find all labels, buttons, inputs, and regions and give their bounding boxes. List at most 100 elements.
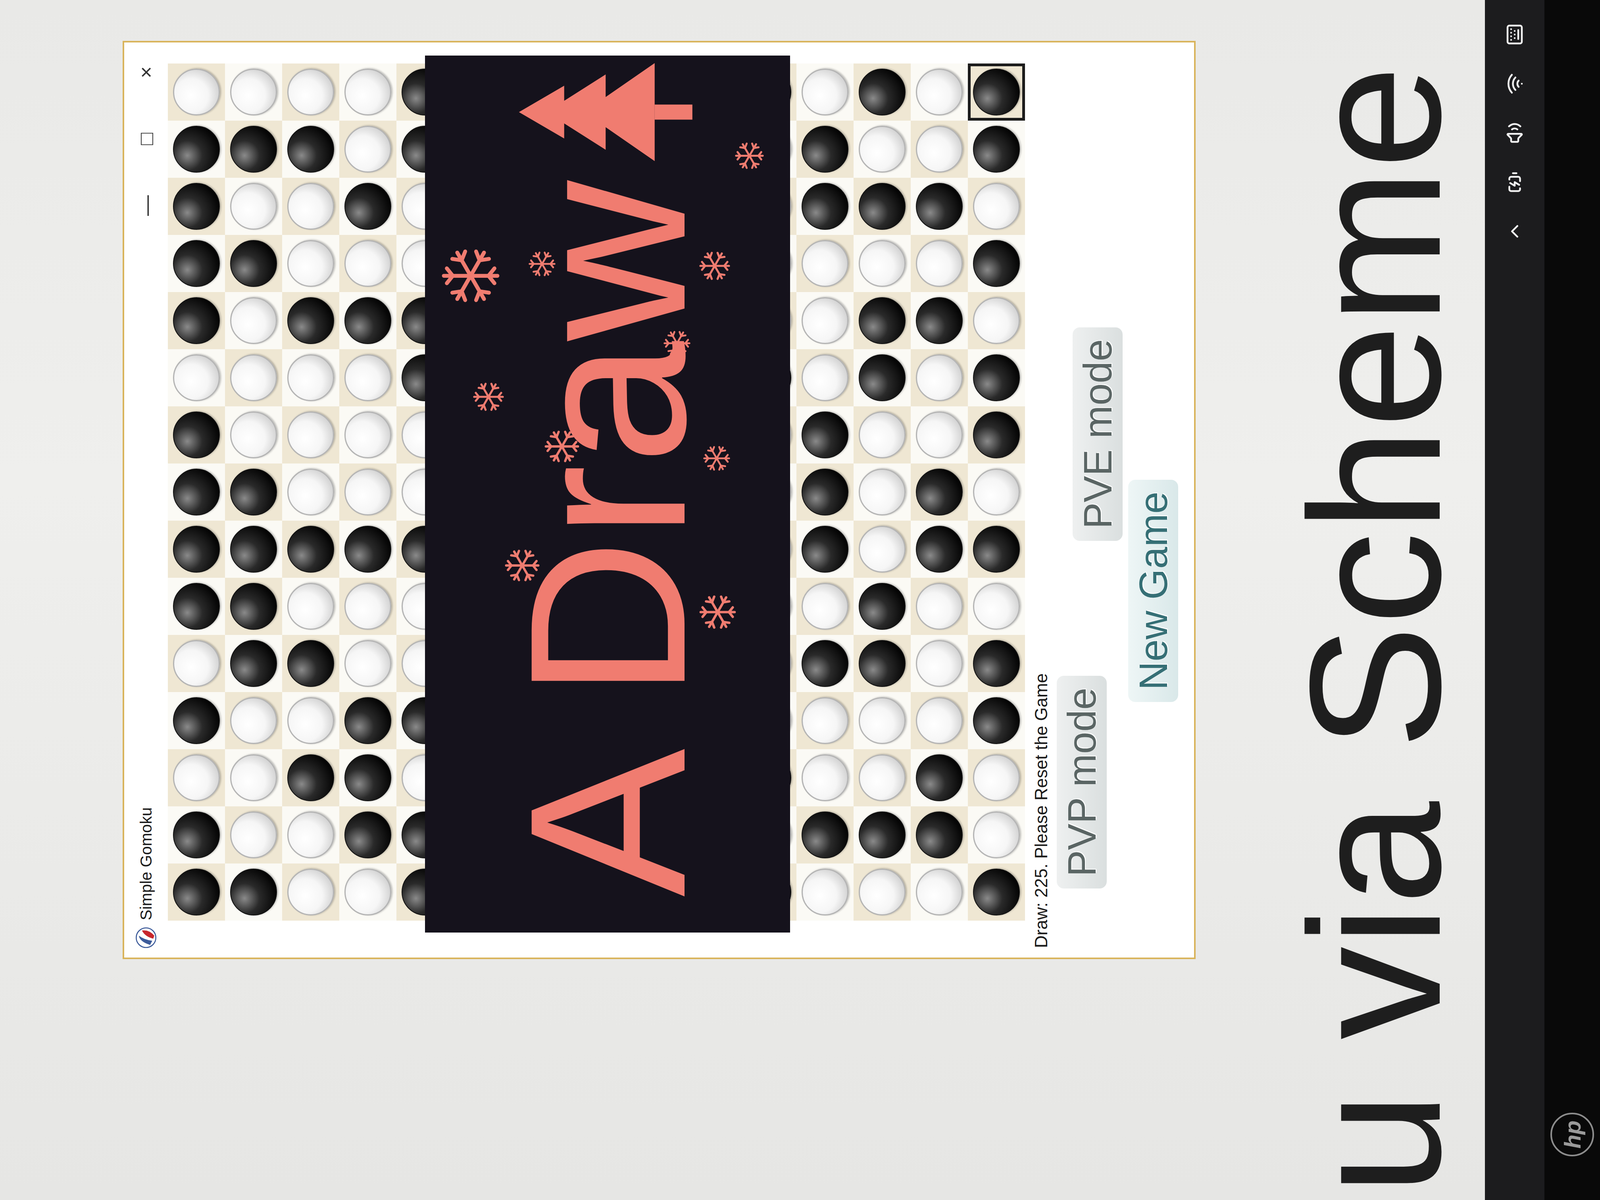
board-cell[interactable] (339, 349, 397, 407)
board-cell[interactable] (225, 463, 283, 521)
board-cell[interactable] (910, 234, 968, 293)
pve-mode-button[interactable]: PVE mode (1072, 327, 1123, 541)
board-cell[interactable] (282, 749, 340, 807)
board-cell[interactable] (282, 177, 340, 235)
board-cell[interactable] (167, 292, 225, 350)
board-cell[interactable] (167, 177, 225, 235)
board-cell[interactable] (796, 349, 854, 407)
board-cell[interactable] (339, 520, 397, 578)
board-cell[interactable] (910, 349, 968, 407)
board-cell[interactable] (282, 577, 340, 635)
board-cell[interactable] (853, 63, 911, 121)
board-cell[interactable] (339, 692, 397, 750)
board-cell[interactable] (225, 177, 283, 235)
board-cell[interactable] (339, 177, 397, 235)
battery-icon[interactable] (1503, 171, 1526, 193)
window-control-button[interactable]: □ (126, 109, 166, 169)
board-cell[interactable] (282, 349, 340, 407)
board-cell[interactable] (167, 234, 225, 293)
board-cell[interactable] (967, 863, 1025, 921)
board-cell[interactable] (282, 234, 340, 293)
board-cell[interactable] (853, 292, 911, 350)
board-cell[interactable] (967, 463, 1025, 521)
board-cell[interactable] (910, 63, 968, 121)
board-cell[interactable] (796, 406, 854, 464)
window-control-button[interactable]: — (126, 175, 166, 236)
board-cell[interactable] (910, 749, 968, 807)
board-cell[interactable] (796, 520, 854, 578)
pvp-mode-button[interactable]: PVP mode (1056, 675, 1107, 889)
board-cell[interactable] (910, 692, 968, 750)
board-cell[interactable] (796, 863, 854, 921)
board-cell[interactable] (796, 120, 854, 178)
board-cell[interactable] (167, 749, 225, 807)
board-cell[interactable] (853, 692, 911, 750)
board-cell[interactable] (853, 463, 911, 521)
board-cell[interactable] (282, 863, 340, 921)
board-cell[interactable] (167, 863, 225, 921)
volume-icon[interactable] (1503, 122, 1526, 144)
board-cell[interactable] (339, 234, 397, 293)
board-cell[interactable] (339, 120, 397, 178)
board-cell[interactable] (910, 292, 968, 350)
board-cell[interactable] (967, 749, 1025, 807)
board-cell[interactable] (282, 63, 340, 121)
board-cell[interactable] (796, 63, 854, 121)
board-cell[interactable] (225, 120, 283, 178)
board-cell[interactable] (282, 692, 340, 750)
board-cell[interactable] (796, 692, 854, 750)
board-cell[interactable] (967, 234, 1025, 293)
board-cell[interactable] (853, 177, 911, 235)
board-cell[interactable] (339, 63, 397, 121)
board-cell[interactable] (167, 120, 225, 178)
board-cell[interactable] (967, 520, 1025, 578)
board-cell[interactable] (225, 692, 283, 750)
board-cell[interactable] (910, 634, 968, 693)
board-cell[interactable] (967, 692, 1025, 750)
board-cell[interactable] (910, 463, 968, 521)
board-cell[interactable] (282, 520, 340, 578)
board-cell[interactable] (282, 120, 340, 178)
board-cell[interactable] (967, 120, 1025, 178)
board-cell[interactable] (853, 749, 911, 807)
board-cell[interactable] (967, 349, 1025, 407)
board-cell[interactable] (167, 577, 225, 635)
board-cell[interactable] (225, 577, 283, 635)
board-cell[interactable] (853, 406, 911, 464)
board-cell[interactable] (853, 520, 911, 578)
board-cell[interactable] (967, 634, 1025, 693)
board-cell[interactable] (339, 863, 397, 921)
board-cell[interactable] (225, 749, 283, 807)
board-cell[interactable] (910, 520, 968, 578)
board-cell[interactable] (853, 863, 911, 921)
board-cell[interactable] (339, 749, 397, 807)
board-cell[interactable] (910, 120, 968, 178)
board-cell[interactable] (282, 634, 340, 693)
board-cell[interactable] (967, 406, 1025, 464)
board-cell[interactable] (225, 234, 283, 293)
window-control-button[interactable]: × (126, 42, 166, 102)
board-cell[interactable] (225, 406, 283, 464)
board-cell[interactable] (225, 349, 283, 407)
board-cell[interactable] (339, 463, 397, 521)
board-cell[interactable] (167, 63, 225, 121)
board-cell[interactable] (282, 463, 340, 521)
board-cell[interactable] (339, 406, 397, 464)
board-cell[interactable] (910, 406, 968, 464)
board-cell[interactable] (339, 806, 397, 864)
board-cell[interactable] (853, 806, 911, 864)
board-cell[interactable] (910, 577, 968, 635)
board-cell[interactable] (853, 577, 911, 635)
board-cell[interactable] (796, 749, 854, 807)
board-cell[interactable] (225, 806, 283, 864)
board-cell[interactable] (853, 234, 911, 293)
board-cell[interactable] (339, 577, 397, 635)
board-cell[interactable] (796, 634, 854, 693)
board-cell[interactable] (910, 863, 968, 921)
board-cell[interactable] (796, 177, 854, 235)
board-cell[interactable] (167, 349, 225, 407)
board-cell[interactable] (796, 234, 854, 293)
board-cell[interactable] (796, 577, 854, 635)
board-cell[interactable] (339, 292, 397, 350)
board-cell[interactable] (796, 806, 854, 864)
